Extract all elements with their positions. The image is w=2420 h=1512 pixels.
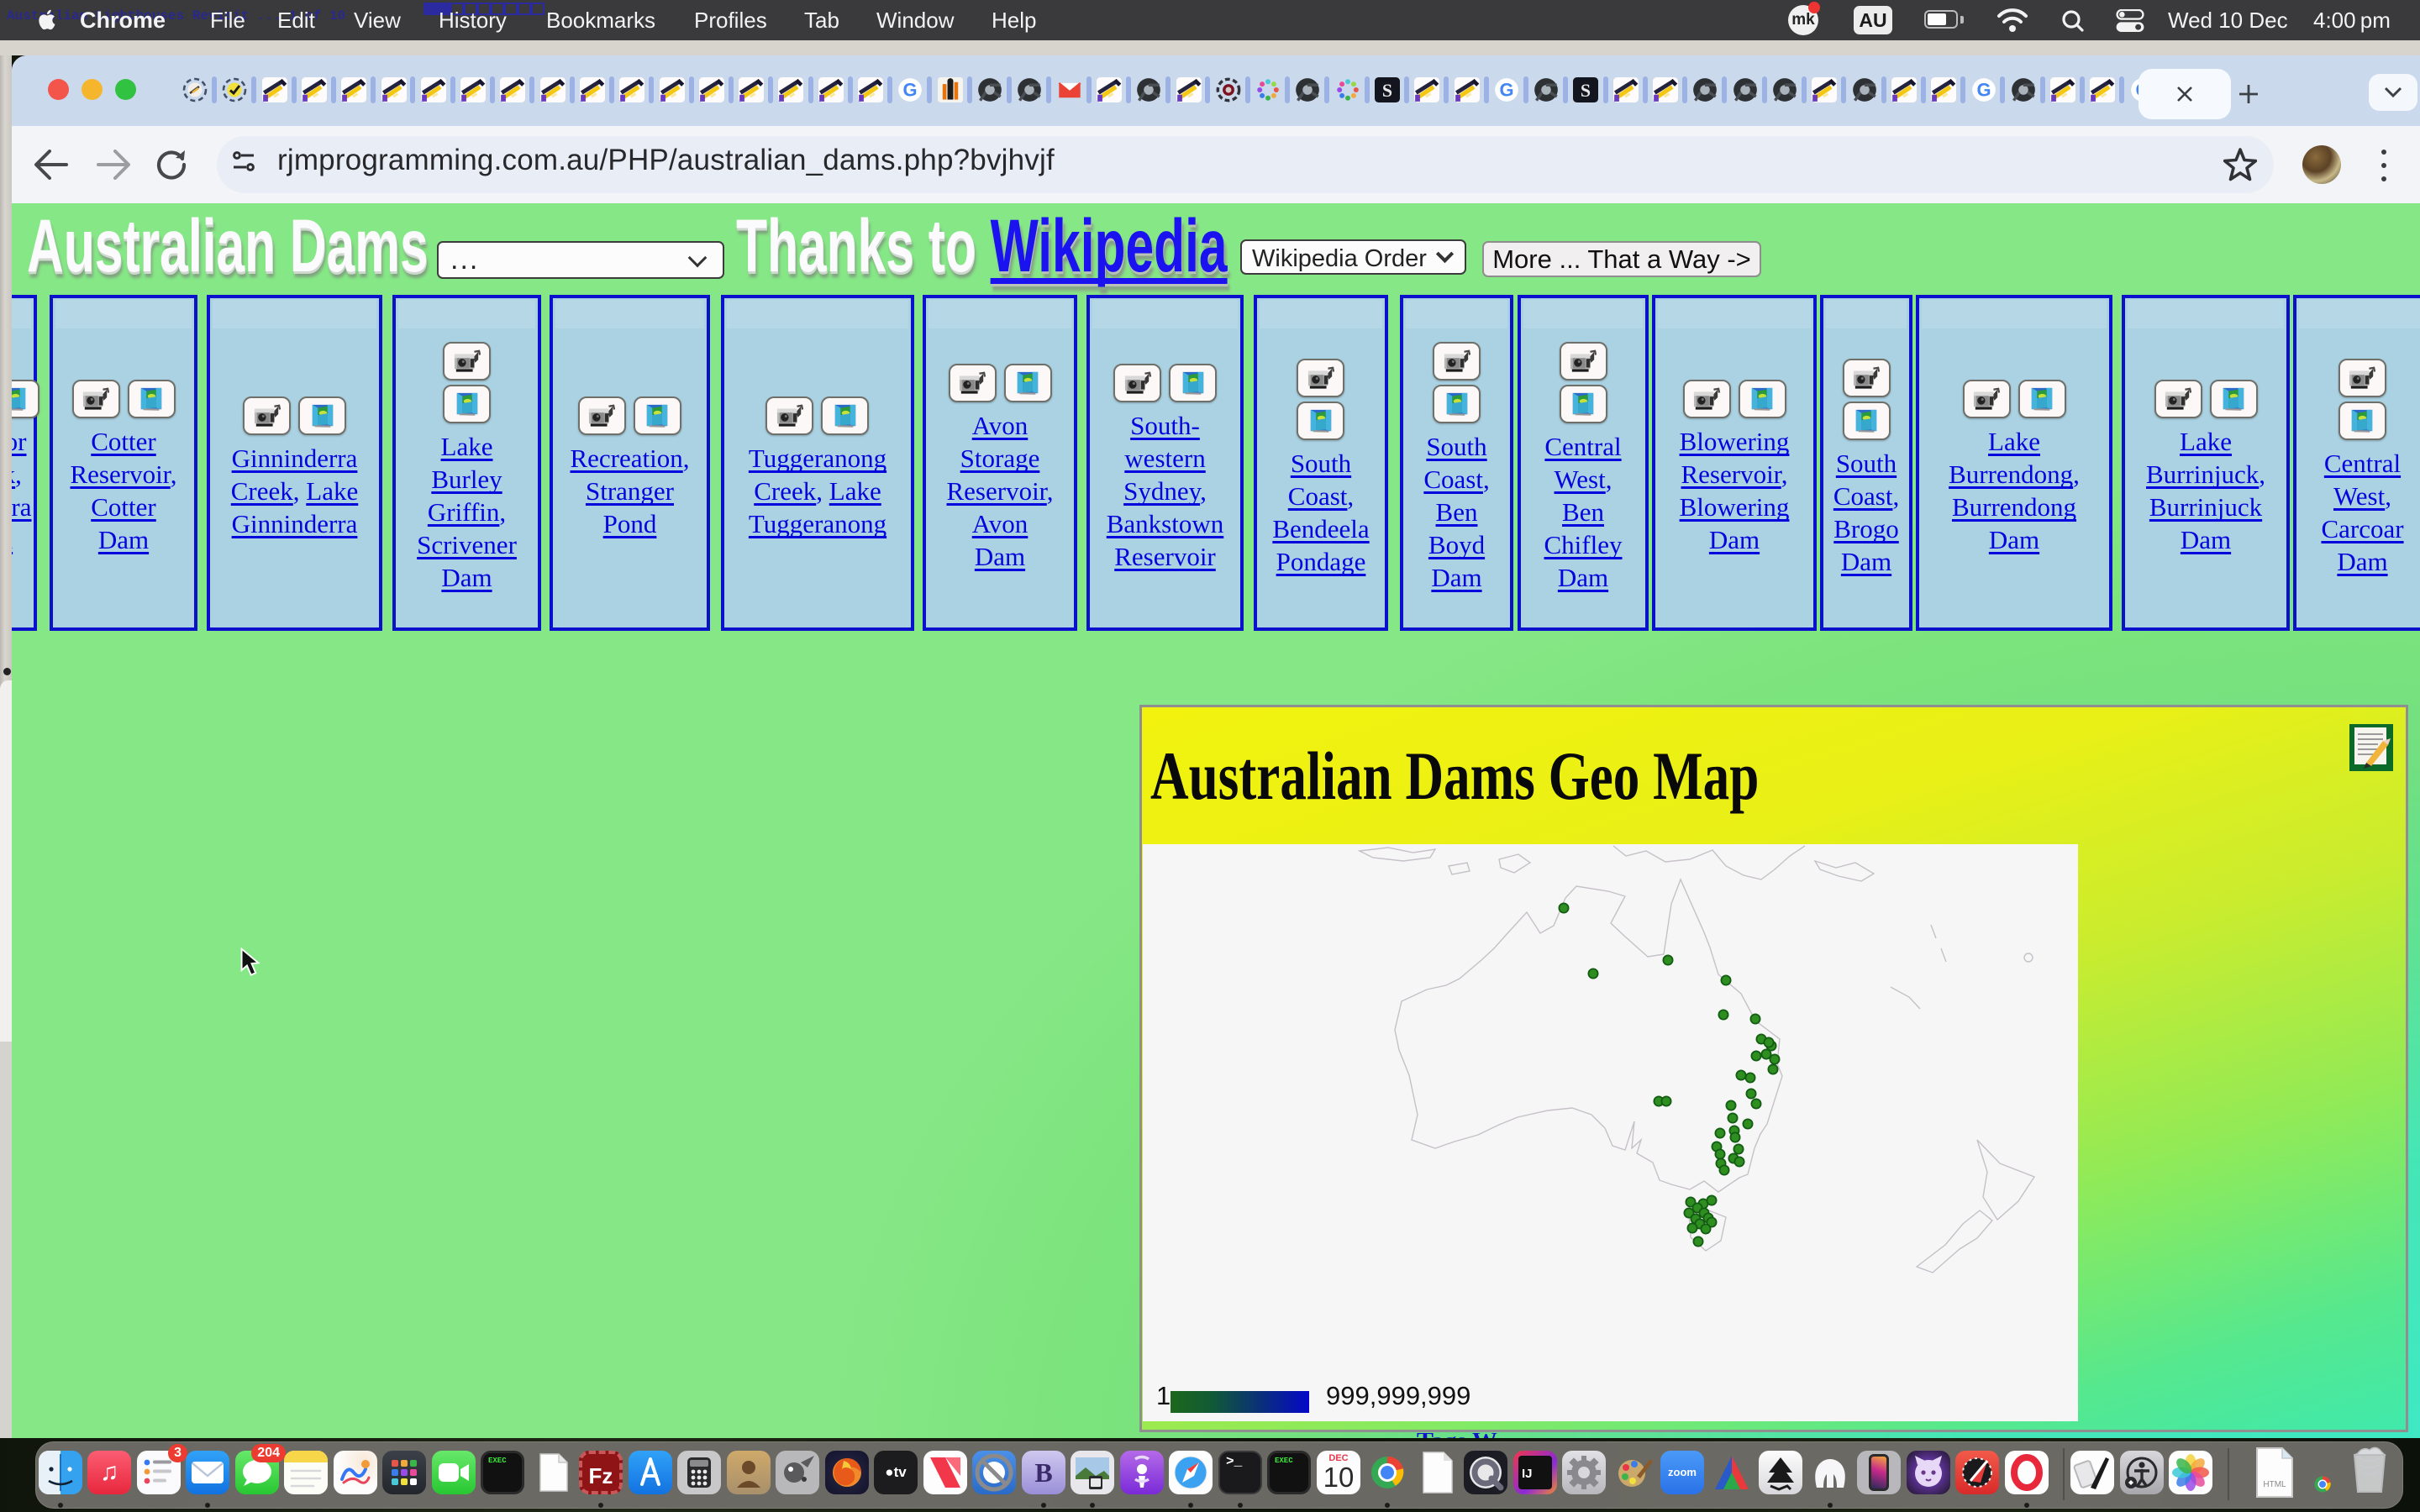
svg-text:G: G [902, 80, 917, 101]
svg-text:S: S [1581, 80, 1591, 101]
svg-text:HTML: HTML [2263, 1480, 2286, 1489]
svg-text:S: S [1382, 80, 1392, 101]
svg-text:G: G [1499, 80, 1513, 101]
svg-text:G: G [1976, 80, 1991, 101]
